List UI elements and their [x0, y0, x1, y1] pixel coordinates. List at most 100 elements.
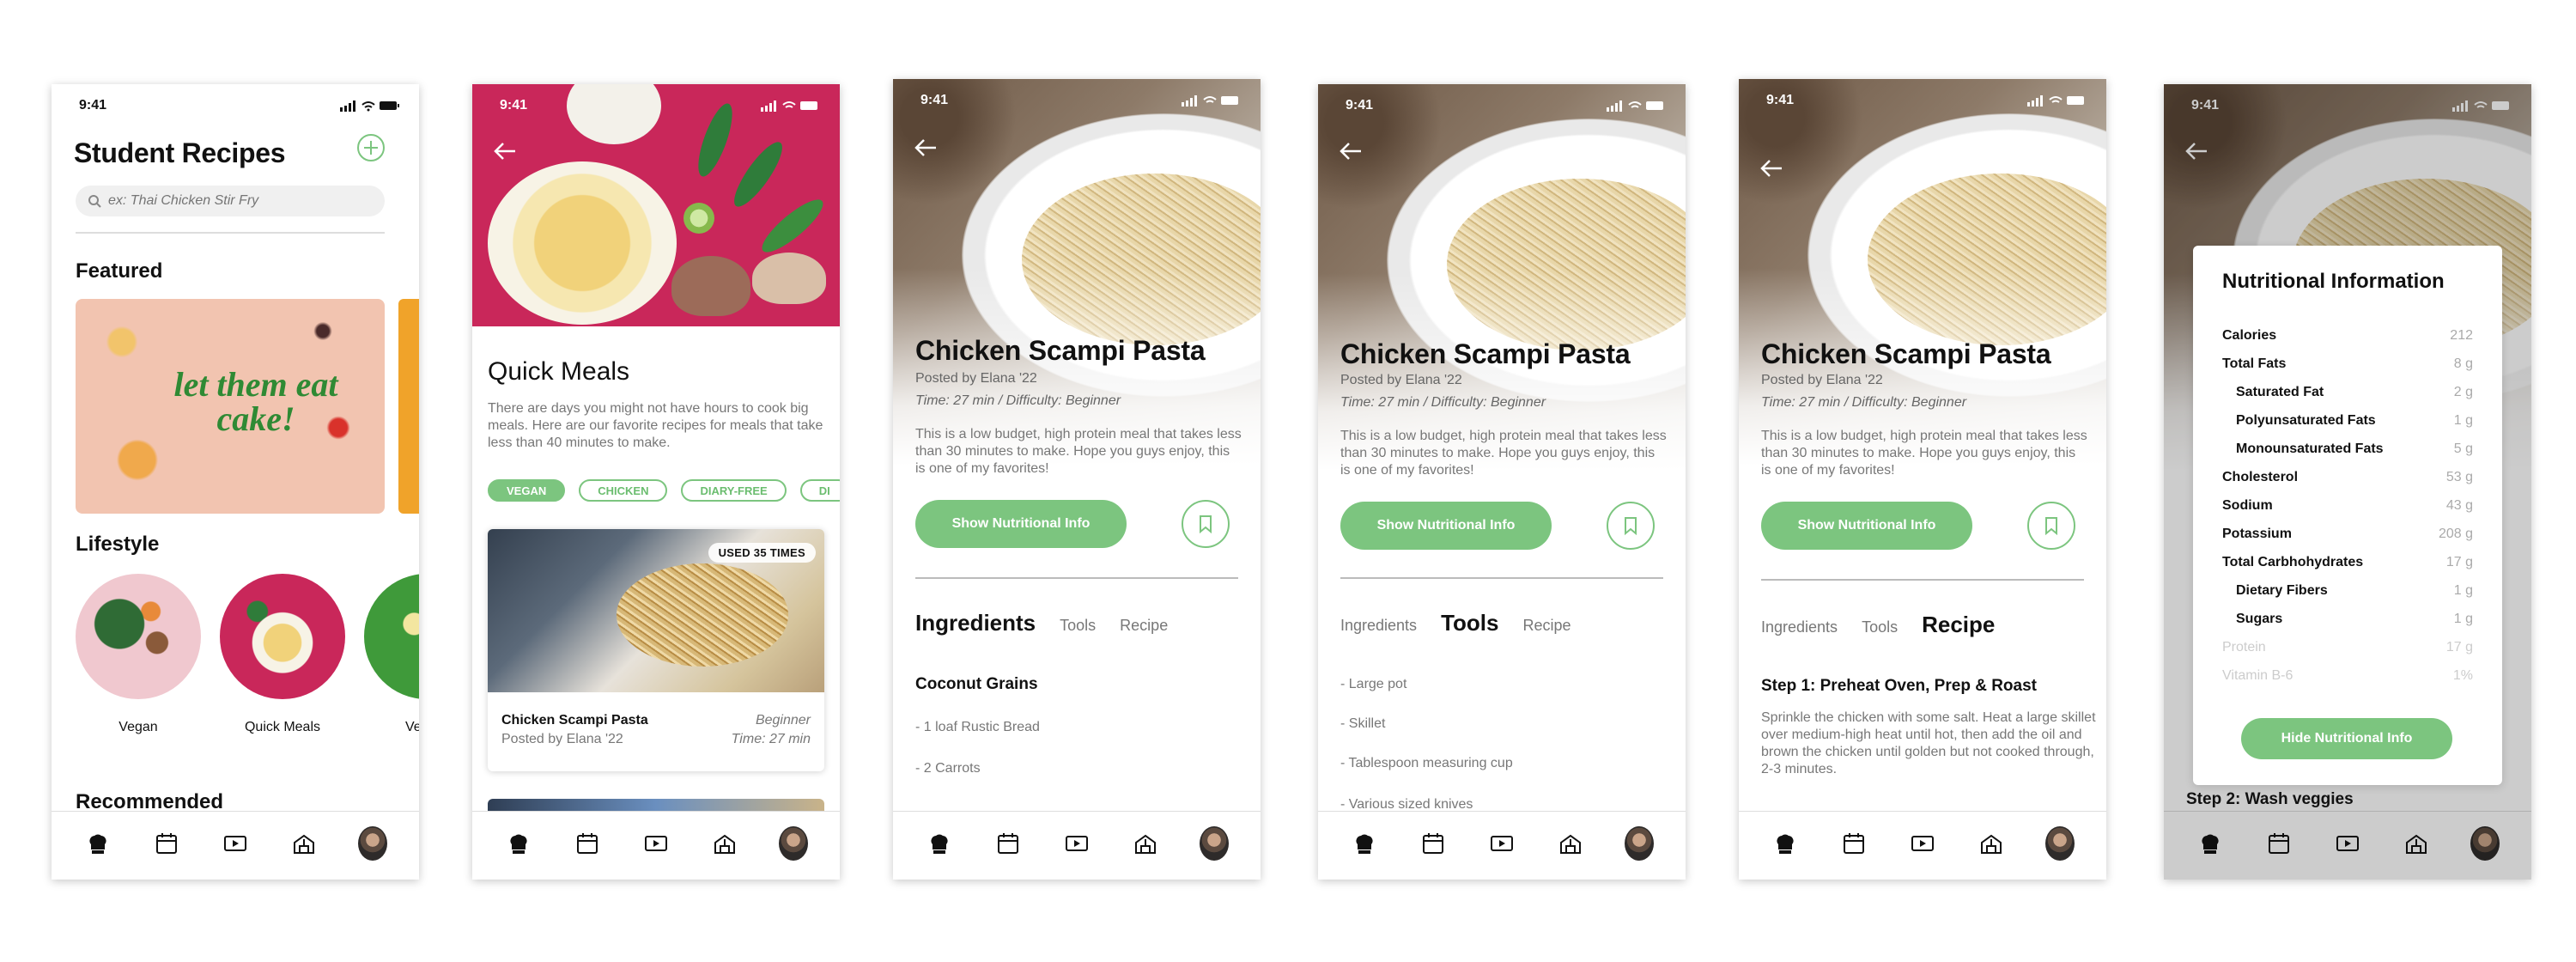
video-icon[interactable] — [641, 829, 671, 858]
bookmark-button[interactable] — [1607, 502, 1655, 550]
profile-avatar[interactable] — [779, 825, 808, 861]
recipe-author: Posted by Elana '22 — [1761, 373, 1883, 387]
bookmark-icon — [2045, 517, 2057, 535]
recipe-card-author: Posted by Elana '22 — [501, 732, 623, 746]
nutrition-value: 17 g — [2445, 640, 2473, 655]
divider — [1340, 577, 1663, 579]
back-arrow-icon[interactable] — [1756, 153, 1787, 184]
video-icon[interactable] — [221, 829, 250, 858]
tab-ingredients[interactable]: Ingredients — [1340, 617, 1417, 635]
nutrition-row: Monounsaturated Fats 5 g — [2222, 441, 2473, 457]
bookmark-button[interactable] — [2027, 502, 2075, 550]
profile-avatar[interactable] — [358, 825, 387, 861]
tab-bar — [472, 811, 840, 880]
profile-avatar[interactable] — [1200, 825, 1229, 861]
video-icon[interactable] — [1487, 829, 1516, 858]
tab-ingredients[interactable]: Ingredients — [1761, 618, 1838, 636]
hide-nutrition-button[interactable]: Hide Nutritional Info — [2241, 718, 2452, 759]
tab-recipe[interactable]: Recipe — [1120, 617, 1168, 635]
category-vegan[interactable] — [76, 574, 201, 699]
signal-wifi-battery-icon — [2027, 95, 2084, 107]
show-nutrition-button[interactable]: Show Nutritional Info — [1340, 502, 1552, 550]
calendar-icon[interactable] — [573, 829, 602, 858]
nutrition-label: Total Carbhohydrates — [2222, 555, 2364, 569]
nutrition-row: Polyunsaturated Fats 1 g — [2222, 413, 2473, 429]
tab-recipe[interactable]: Recipe — [1922, 612, 1995, 638]
category-quick-meals[interactable] — [220, 574, 345, 699]
category-vegetarian[interactable] — [364, 574, 419, 699]
calendar-icon[interactable] — [152, 829, 181, 858]
status-time: 9:41 — [1346, 98, 1374, 113]
nutrition-value: 5 g — [2453, 441, 2473, 456]
signal-wifi-battery-icon — [1607, 100, 1663, 112]
page-title: Student Recipes — [74, 137, 286, 168]
search-icon — [88, 195, 101, 208]
tab-ingredients[interactable]: Ingredients — [915, 610, 1036, 636]
chef-hat-icon[interactable] — [925, 829, 954, 858]
tab-tools[interactable]: Tools — [1441, 610, 1498, 636]
chip-more[interactable]: DI — [799, 479, 840, 502]
recipe-card[interactable]: USED 35 TIMES Chicken Scampi Pasta Poste… — [488, 529, 824, 771]
bookmark-icon — [1625, 517, 1637, 535]
signal-wifi-battery-icon — [761, 100, 817, 112]
category-label: Vegan — [118, 720, 158, 734]
nutrition-label: Calories — [2222, 328, 2277, 343]
featured-card-next[interactable] — [398, 299, 419, 514]
search-bar[interactable] — [76, 186, 385, 216]
community-icon[interactable] — [1556, 829, 1585, 858]
back-arrow-icon[interactable] — [1335, 136, 1366, 167]
recipe-description: This is a low budget, high protein meal … — [1340, 429, 1667, 478]
signal-wifi-battery-icon — [340, 100, 399, 112]
calendar-icon[interactable] — [993, 829, 1023, 858]
nutrition-value: 17 g — [2445, 555, 2473, 569]
featured-card-text: let them eat cake! — [173, 365, 338, 438]
nutrition-value: 212 — [2450, 328, 2473, 343]
back-arrow-icon[interactable] — [489, 136, 520, 167]
community-icon[interactable] — [1977, 829, 2006, 858]
recipe-ingredients-screen: 9:41 Chicken Scampi Pasta Posted by Elan… — [893, 79, 1261, 880]
chip-vegan[interactable]: VEGAN — [488, 479, 566, 502]
back-arrow-icon[interactable] — [910, 132, 941, 163]
recipe-card-title: Chicken Scampi Pasta — [501, 713, 648, 728]
nutrition-modal-screen: 9:41 Step 2: Wash veggies Nutritional In… — [2164, 84, 2531, 880]
status-time: 9:41 — [79, 98, 107, 113]
tab-recipe[interactable]: Recipe — [1522, 617, 1571, 635]
chef-hat-icon[interactable] — [1350, 829, 1379, 858]
tab-tools[interactable]: Tools — [1060, 617, 1096, 635]
step-text: Sprinkle the chicken with some salt. Hea… — [1761, 710, 2096, 776]
nutrition-value: 1 g — [2453, 413, 2473, 428]
nutrition-value: 8 g — [2453, 356, 2473, 371]
nutrition-label: Polyunsaturated Fats — [2236, 413, 2376, 428]
recipe-description: This is a low budget, high protein meal … — [1761, 429, 2087, 478]
show-nutrition-button[interactable]: Show Nutritional Info — [1761, 502, 1972, 550]
list-item: - Skillet — [1340, 716, 1386, 731]
calendar-icon[interactable] — [1419, 829, 1448, 858]
featured-card[interactable]: let them eat cake! — [76, 299, 385, 514]
recipe-meta: Time: 27 min / Difficulty: Beginner — [1761, 395, 1967, 410]
video-icon[interactable] — [1062, 829, 1091, 858]
bookmark-button[interactable] — [1182, 500, 1230, 548]
recipe-meta: Time: 27 min / Difficulty: Beginner — [915, 393, 1121, 408]
tab-tools[interactable]: Tools — [1862, 618, 1898, 636]
nutrition-value: 1 g — [2453, 583, 2473, 598]
recipe-title: Chicken Scampi Pasta — [1761, 338, 2051, 369]
add-recipe-icon[interactable] — [355, 132, 386, 163]
lifestyle-heading: Lifestyle — [76, 533, 160, 556]
video-icon[interactable] — [1908, 829, 1937, 858]
calendar-icon[interactable] — [1839, 829, 1868, 858]
chef-hat-icon[interactable] — [504, 829, 533, 858]
chef-hat-icon[interactable] — [1771, 829, 1800, 858]
profile-avatar[interactable] — [1625, 825, 1654, 861]
show-nutrition-button[interactable]: Show Nutritional Info — [915, 500, 1127, 548]
community-icon[interactable] — [1131, 829, 1160, 858]
status-bar: 9:41 — [472, 84, 840, 124]
search-input[interactable] — [108, 193, 366, 209]
community-icon[interactable] — [289, 829, 319, 858]
profile-avatar[interactable] — [2045, 825, 2075, 861]
community-icon[interactable] — [710, 829, 739, 858]
nutrition-row: Dietary Fibers 1 g — [2222, 583, 2473, 599]
tab-bar — [1318, 811, 1686, 880]
chip-diary-free[interactable]: DIARY-FREE — [681, 479, 787, 502]
chef-hat-icon[interactable] — [83, 829, 112, 858]
chip-chicken[interactable]: CHICKEN — [579, 479, 668, 502]
